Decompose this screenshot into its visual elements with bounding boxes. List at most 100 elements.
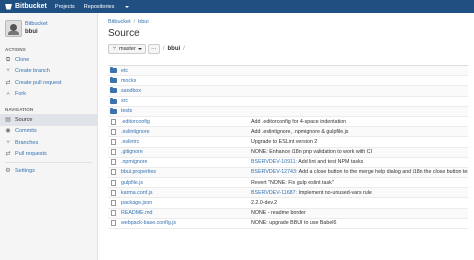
table-row[interactable]: .editorconfig Add .editorconfig for 4-spa… <box>108 117 468 128</box>
commit-message-text: NONE: upgrade BBUI to use Babel6 <box>251 220 337 227</box>
commit-message: Upgrade to ESLint version 2 <box>251 139 468 145</box>
branches-icon: ⑂ <box>6 139 10 146</box>
current-path[interactable]: bbui <box>167 46 180 52</box>
file-icon <box>111 200 116 207</box>
file-name-link[interactable]: .eslintrc <box>121 139 251 145</box>
file-name-link[interactable]: etc <box>121 68 251 74</box>
table-row[interactable]: webpack-base.config.js NONE: upgrade BBUI… <box>108 219 468 229</box>
table-row[interactable]: .gitignore NONE: Enhance i18n pnp validat… <box>108 147 468 158</box>
commit-message: NONE - readme border <box>251 210 468 216</box>
more-actions-button[interactable]: ··· <box>147 44 160 54</box>
repo-name: bbui <box>25 28 38 35</box>
commit-message-text: Revert "NONE: Fix gulp eslint task" <box>251 179 334 186</box>
table-row[interactable]: sandbox <box>108 86 468 97</box>
table-row[interactable]: etc <box>108 66 468 77</box>
branch-selector[interactable]: ⑂ master <box>108 44 146 54</box>
file-name-link[interactable]: .gitignore <box>121 149 251 155</box>
file-name-link[interactable]: webpack-base.config.js <box>121 220 251 226</box>
repo-avatar[interactable] <box>5 20 22 37</box>
bitbucket-logo[interactable]: Bitbucket <box>5 3 47 10</box>
file-browser-table: etc mocks sandbox src tests .editorconfig Add … <box>108 65 468 229</box>
folder-icon <box>110 97 117 104</box>
commit-message-text: Add .eslintignore, .npmignore & gulpfile… <box>251 128 349 135</box>
table-row[interactable]: tests <box>108 106 468 117</box>
file-icon <box>111 210 116 217</box>
path-separator: / <box>162 46 165 52</box>
breadcrumb-repo[interactable]: bbui <box>138 19 148 25</box>
file-name-link[interactable]: .editorconfig <box>121 119 251 125</box>
file-icon <box>111 189 116 196</box>
file-icon <box>111 179 116 186</box>
commit-message-text: Upgrade to ESLint version 2 <box>251 138 318 145</box>
main-content: Bitbucket / bbui Source ⑂ master ··· / bbu… <box>108 13 468 260</box>
sidebar-item-label: Commits <box>15 128 37 135</box>
table-row[interactable]: src <box>108 97 468 107</box>
path-trailing-separator: / <box>183 46 185 52</box>
project-link[interactable]: Bitbucket <box>25 21 48 29</box>
sidebar-item-create-branch[interactable]: ⑂ Create branch <box>0 66 97 78</box>
pull-request-icon: ⇄ <box>5 79 11 86</box>
sidebar-item-label: Settings <box>15 167 35 174</box>
commit-message: Revert "NONE: Fix gulp eslint task" <box>251 180 468 186</box>
commit-message-text: Add a close button to the merge help dia… <box>297 169 468 176</box>
file-name-link[interactable]: karma.conf.js <box>121 190 251 196</box>
commit-message: NONE: upgrade BBUI to use Babel6 <box>251 220 468 226</box>
commit-message: Add .editorconfig for 4-space indentatio… <box>251 119 468 125</box>
table-row[interactable]: .npmignore BSERVDEV-10911: Add lint and t… <box>108 158 468 168</box>
table-row[interactable]: mocks <box>108 76 468 87</box>
table-row[interactable]: karma.conf.js BSERVDEV-11687: Implement n… <box>108 188 468 199</box>
issue-key-link[interactable]: BSERVDEV-12743: <box>251 169 297 175</box>
commit-message: 2.2.0-dev.2 <box>251 200 468 206</box>
sidebar-item-label: Clone <box>15 56 30 63</box>
sidebar-item-commits[interactable]: ◉ Commits <box>0 126 97 138</box>
projects-link[interactable]: Projects <box>55 4 75 10</box>
file-name-link[interactable]: mocks <box>121 78 251 84</box>
chevron-down-icon <box>137 48 142 50</box>
file-icon <box>111 118 116 125</box>
breadcrumb-project[interactable]: Bitbucket <box>108 19 131 25</box>
file-icon <box>111 169 116 176</box>
sidebar-item-label: Create branch <box>15 68 50 75</box>
table-row[interactable]: .eslintrc Upgrade to ESLint version 2 <box>108 137 468 148</box>
fork-icon: ⑃ <box>6 91 10 98</box>
issue-key-link[interactable]: BSERVDEV-11687: <box>251 190 297 196</box>
file-name-link[interactable]: .npmignore <box>121 159 251 165</box>
issue-key-link[interactable]: BSERVDEV-10911: <box>251 159 297 165</box>
table-row[interactable]: bbui.properties BSERVDEV-12743: Add a clo… <box>108 167 468 179</box>
sidebar-item-settings[interactable]: ⚙ Settings <box>0 165 97 177</box>
file-name-link[interactable]: sandbox <box>121 88 251 94</box>
sidebar-item-pull-requests[interactable]: ⇄ Pull requests <box>0 149 97 161</box>
folder-icon <box>110 107 117 114</box>
table-row[interactable]: README.md NONE - readme border <box>108 208 468 219</box>
sidebar-item-source[interactable]: ▤ Source <box>0 114 97 126</box>
commit-message: BSERVDEV-10911: Add lint and test NPM ta… <box>251 159 468 165</box>
table-row[interactable]: package.json 2.2.0-dev.2 <box>108 198 468 209</box>
file-name-link[interactable]: .eslintignore <box>121 129 251 135</box>
file-name-link[interactable]: bbui.properties <box>121 169 251 175</box>
file-icon <box>111 149 116 156</box>
file-name-link[interactable]: README.md <box>121 210 251 216</box>
sidebar-item-fork[interactable]: ⑃ Fork <box>0 89 97 101</box>
table-row[interactable]: gulpfile.js Revert "NONE: Fix gulp eslint… <box>108 178 468 189</box>
table-row[interactable]: .eslintignore Add .eslintignore, .npmigno… <box>108 127 468 138</box>
sidebar-item-branches[interactable]: ⑂ Branches <box>0 137 97 149</box>
file-icon <box>111 159 116 166</box>
file-icon <box>111 220 116 227</box>
top-navigation-bar: Bitbucket Projects Repositories <box>0 0 474 13</box>
sidebar-item-clone[interactable]: ⧉ Clone <box>0 54 97 66</box>
commit-message-text: Add lint and test NPM tasks <box>297 159 364 166</box>
file-icon <box>111 138 116 145</box>
commit-message-text: NONE: Enhance i18n pnp validation to wor… <box>251 149 373 156</box>
file-name-link[interactable]: gulpfile.js <box>121 180 251 186</box>
file-name-link[interactable]: tests <box>121 108 251 114</box>
actions-heading: ACTIONS <box>5 47 26 52</box>
file-name-link[interactable]: package.json <box>121 200 251 206</box>
file-name-link[interactable]: src <box>121 98 251 104</box>
commit-message-text: Implement no-unused-vars rule <box>297 189 372 196</box>
repositories-menu[interactable]: Repositories <box>84 4 139 10</box>
branch-name: master <box>119 46 136 52</box>
sidebar: Bitbucket bbui ACTIONS ⧉ Clone ⑂ Create … <box>0 13 98 260</box>
commit-message: NONE: Enhance i18n pnp validation to wor… <box>251 149 468 155</box>
repositories-label: Repositories <box>83 3 115 10</box>
sidebar-item-create-pull-request[interactable]: ⇄ Create pull request <box>0 77 97 89</box>
